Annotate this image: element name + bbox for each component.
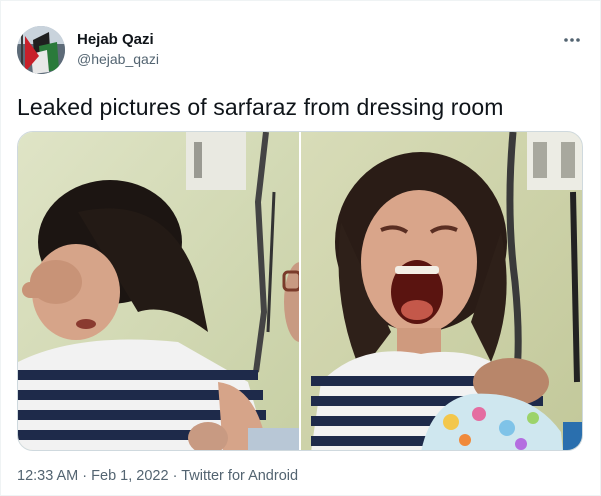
avatar[interactable]	[17, 26, 65, 74]
tweet-card: Hejab Qazi @hejab_qazi Leaked pictures o…	[0, 0, 601, 496]
meta-separator: ·	[78, 468, 92, 484]
tweet-text: Leaked pictures of sarfaraz from dressin…	[17, 94, 504, 120]
author-info[interactable]: Hejab Qazi @hejab_qazi	[77, 30, 159, 68]
more-button[interactable]	[561, 29, 583, 51]
photo-1[interactable]	[18, 132, 299, 450]
avatar-image	[17, 26, 65, 74]
photo-1-image	[18, 132, 299, 450]
tweet-time[interactable]: 12:33 AM	[17, 468, 78, 484]
media-grid	[17, 131, 583, 451]
tweet-date[interactable]: Feb 1, 2022	[91, 468, 168, 484]
tweet-meta: 12:33 AM · Feb 1, 2022 · Twitter for And…	[17, 467, 298, 485]
photo-2[interactable]	[301, 132, 582, 450]
handle[interactable]: @hejab_qazi	[77, 50, 159, 68]
more-horizontal-icon	[564, 38, 580, 42]
tweet-source[interactable]: Twitter for Android	[181, 468, 298, 484]
photo-2-image	[301, 132, 582, 450]
meta-separator: ·	[168, 468, 182, 484]
display-name[interactable]: Hejab Qazi	[77, 30, 159, 50]
